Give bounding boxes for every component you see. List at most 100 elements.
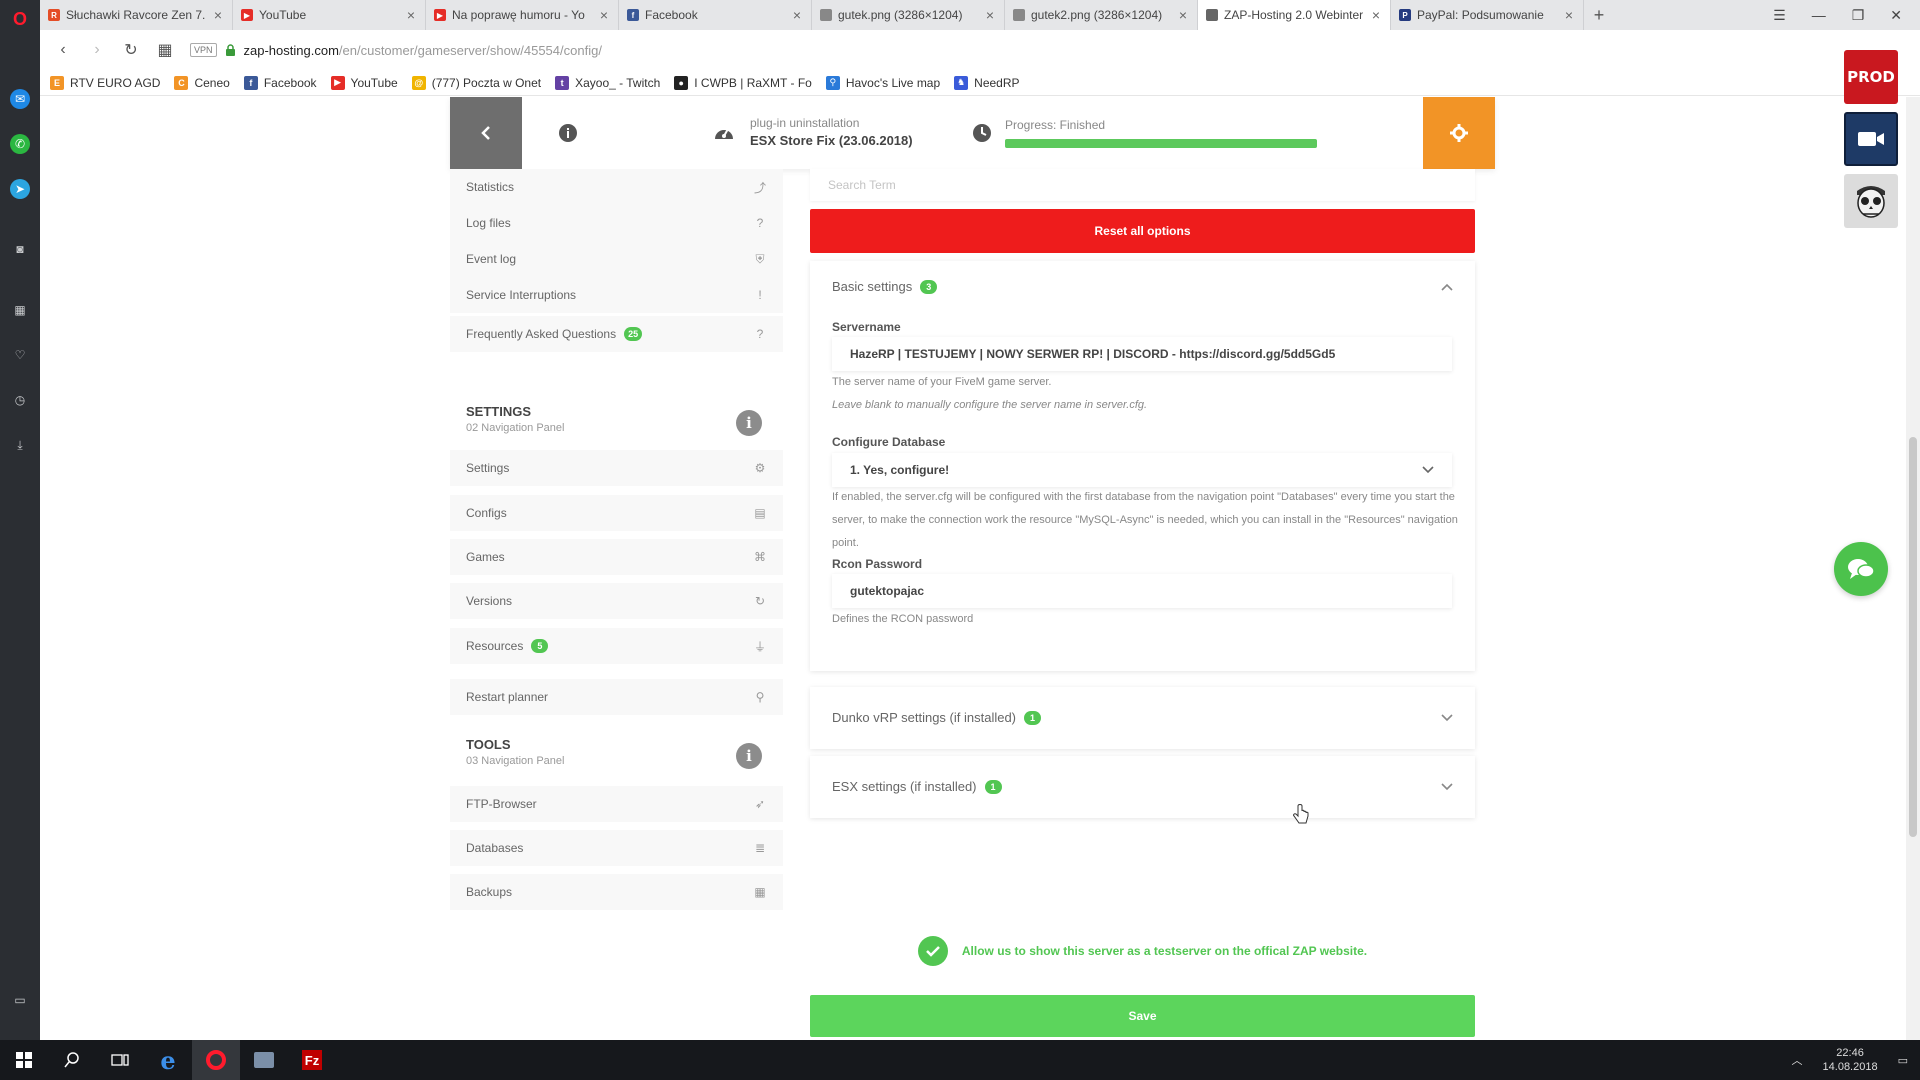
nav-item-service-interruptions[interactable]: Service Interruptions! xyxy=(450,277,783,313)
bookmark-item[interactable]: ♞ NeedRP xyxy=(954,75,1020,90)
testserver-toggle[interactable]: Allow us to show this server as a testse… xyxy=(810,931,1475,971)
restore-icon[interactable]: ❐ xyxy=(1852,7,1865,24)
bookmark-item[interactable]: @ (777) Poczta w Onet xyxy=(411,75,541,90)
bookmark-item[interactable]: ⚲ Havoc's Live map xyxy=(825,75,940,90)
page-scrollbar[interactable] xyxy=(1906,97,1920,1040)
nav-item-restart-planner[interactable]: Restart planner ⚲ xyxy=(450,679,783,715)
tab-close-icon[interactable]: × xyxy=(984,7,996,23)
windows-start-icon[interactable] xyxy=(0,1040,48,1080)
servername-input[interactable]: HazeRP | TESTUJEMY | NOWY SERWER RP! | D… xyxy=(832,337,1452,371)
notifications-icon[interactable]: ▭ xyxy=(1898,1054,1908,1067)
heart-icon[interactable]: ♡ xyxy=(10,345,30,365)
nav-item-games[interactable]: Games ⌘ xyxy=(450,539,783,575)
tray-chevron-up-icon[interactable]: ︿ xyxy=(1792,1052,1803,1068)
browser-tab[interactable]: R Słuchawki Ravcore Zen 7.1 × xyxy=(40,0,233,30)
bookmark-item[interactable]: E RTV EURO AGD xyxy=(50,75,160,90)
chevron-up-icon[interactable] xyxy=(1441,283,1453,291)
dunko-settings-header[interactable]: Dunko vRP settings (if installed) 1 xyxy=(832,710,1042,725)
nav-item-backups[interactable]: Backups ▦ xyxy=(450,874,783,910)
tab-close-icon[interactable]: × xyxy=(598,7,610,23)
reset-all-options-button[interactable]: Reset all options xyxy=(810,209,1475,253)
nav-item-log-files[interactable]: Log files? xyxy=(450,205,783,241)
camera-icon[interactable]: ◙ xyxy=(10,239,30,259)
tabs-grid-icon[interactable]: ▦ xyxy=(156,40,174,60)
back-nav-icon[interactable]: ‹ xyxy=(54,41,72,59)
telegram-icon[interactable]: ➤ xyxy=(10,179,30,199)
system-clock[interactable]: 22:46 14.08.2018 xyxy=(1823,1046,1878,1074)
save-button[interactable]: Save xyxy=(810,995,1475,1037)
bookmark-item[interactable]: f Facebook xyxy=(243,75,317,90)
back-button[interactable] xyxy=(450,97,522,169)
tab-menu-icon[interactable]: ☰ xyxy=(1773,7,1786,24)
opera-logo-icon[interactable]: O xyxy=(10,9,30,29)
live-chat-button[interactable] xyxy=(1834,542,1888,596)
bookmark-item[interactable]: ▶ YouTube xyxy=(330,75,398,90)
testserver-label[interactable]: Allow us to show this server as a testse… xyxy=(962,944,1367,958)
browser-tab[interactable]: gutek2.png (3286×1204) × xyxy=(1005,0,1198,30)
scrollbar-thumb[interactable] xyxy=(1909,437,1917,837)
tab-close-icon[interactable]: × xyxy=(1370,7,1382,23)
nav-item-resources[interactable]: Resources 5 ⏚ xyxy=(450,628,783,664)
basic-settings-header[interactable]: Basic settings 3 xyxy=(832,279,938,294)
history-icon[interactable]: ◷ xyxy=(10,390,30,410)
tab-close-icon[interactable]: × xyxy=(1177,7,1189,23)
messenger-icon[interactable]: ✉ xyxy=(10,89,30,109)
tab-favicon-icon xyxy=(820,9,832,21)
filezilla-icon[interactable]: Fz xyxy=(288,1040,336,1080)
nav-item-configs[interactable]: Configs ▤ xyxy=(450,495,783,531)
nav-item-databases[interactable]: Databases ≣ xyxy=(450,830,783,866)
forward-nav-icon[interactable]: › xyxy=(88,41,106,59)
browser-tab[interactable]: ▶ YouTube × xyxy=(233,0,426,30)
browser-tab[interactable]: f Facebook × xyxy=(619,0,812,30)
nav-item-settings[interactable]: Settings ⚙ xyxy=(450,450,783,486)
vpn-badge[interactable]: VPN xyxy=(190,43,217,57)
settings-gear-button[interactable] xyxy=(1423,97,1495,169)
minimize-icon[interactable]: — xyxy=(1812,7,1826,23)
browser-tab[interactable]: gutek.png (3286×1204) × xyxy=(812,0,1005,30)
reload-icon[interactable]: ↻ xyxy=(122,40,140,60)
check-icon[interactable] xyxy=(917,936,948,966)
esx-settings-header[interactable]: ESX settings (if installed) 1 xyxy=(832,779,1002,794)
nav-item-versions[interactable]: Versions ↻ xyxy=(450,583,783,619)
whatsapp-icon[interactable]: ✆ xyxy=(10,134,30,154)
browser-tab[interactable]: ▶ Na poprawę humoru - Yo × xyxy=(426,0,619,30)
dunko-settings-card[interactable]: Dunko vRP settings (if installed) 1 xyxy=(810,687,1475,749)
task-view-icon[interactable] xyxy=(96,1040,144,1080)
nav-item-frequently-asked-questions[interactable]: Frequently Asked Questions 25? xyxy=(450,316,783,352)
configure-database-select[interactable]: 1. Yes, configure! xyxy=(832,453,1452,487)
tab-close-icon[interactable]: × xyxy=(791,7,803,23)
bookmark-item[interactable]: t Xayoo_ - Twitch xyxy=(555,75,660,90)
browser-tab[interactable]: P PayPal: Podsumowanie × xyxy=(1391,0,1584,30)
info-icon[interactable]: i xyxy=(736,743,762,769)
rcon-password-hint: Defines the RCON password xyxy=(832,613,974,625)
opera-taskbar-icon[interactable] xyxy=(192,1040,240,1080)
esx-settings-card[interactable]: ESX settings (if installed) 1 xyxy=(810,756,1475,818)
mail-app-icon[interactable] xyxy=(240,1040,288,1080)
new-tab-button[interactable]: + xyxy=(1584,0,1614,30)
clock-date: 14.08.2018 xyxy=(1822,1061,1878,1073)
url-field[interactable]: VPN zap-hosting.com/en/customer/gameserv… xyxy=(190,38,1840,62)
nav-item-statistics[interactable]: Statistics ⤴ xyxy=(450,169,783,205)
chevron-down-icon[interactable] xyxy=(1441,783,1453,791)
rcon-password-input[interactable]: gutektopajac xyxy=(832,574,1452,608)
browser-tab[interactable]: ZAP-Hosting 2.0 Webinter × xyxy=(1198,0,1391,30)
bookmark-item[interactable]: C Ceneo xyxy=(174,75,230,90)
bookmark-item[interactable]: ● I CWPB | RaXMT - Fo xyxy=(674,75,812,90)
search-input[interactable] xyxy=(810,169,1475,201)
download-icon[interactable]: ⤓ xyxy=(10,435,30,455)
chevron-down-icon[interactable] xyxy=(1441,714,1453,722)
nav-item-event-log[interactable]: Event log ⛨ xyxy=(450,241,783,277)
webcam-icon xyxy=(1844,112,1898,166)
tab-close-icon[interactable]: × xyxy=(405,7,417,23)
search-icon[interactable] xyxy=(48,1040,96,1080)
tab-close-icon[interactable]: × xyxy=(212,7,224,23)
info-icon[interactable]: i xyxy=(736,410,762,436)
close-window-icon[interactable]: ✕ xyxy=(1890,7,1902,24)
nav-item-ftp-browser[interactable]: FTP-Browser ➶ xyxy=(450,786,783,822)
apps-grid-icon[interactable]: ▦ xyxy=(10,300,30,320)
edge-browser-icon[interactable]: e xyxy=(144,1040,192,1080)
sidebar-toggle-icon[interactable]: ▭ xyxy=(10,990,30,1010)
info-icon[interactable] xyxy=(558,123,578,143)
gamepad-icon: ⌘ xyxy=(754,550,766,564)
tab-close-icon[interactable]: × xyxy=(1563,7,1575,23)
